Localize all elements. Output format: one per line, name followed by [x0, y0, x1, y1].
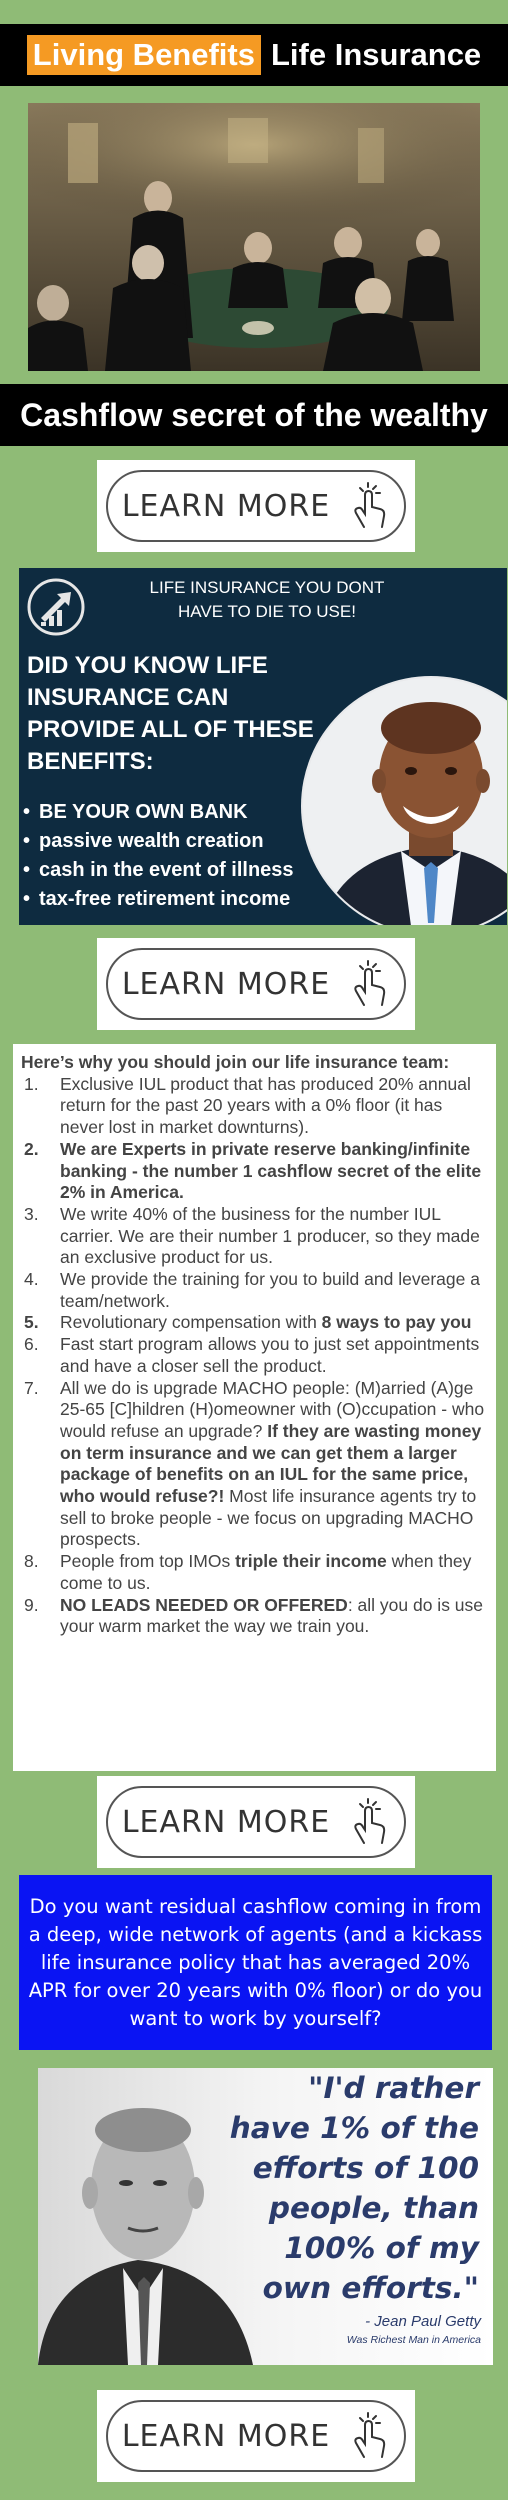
reason-text-part: 8 ways to pay you [321, 1312, 472, 1333]
reasons-list: 1. Exclusive IUL product that has produce… [21, 1074, 488, 1638]
learn-more-button-4[interactable]: LEARN MORE [106, 2400, 406, 2472]
tagline-bar: Cashflow secret of the wealthy [0, 384, 508, 446]
reason-number: 6. [24, 1334, 39, 1355]
quote-text: "I'd rather have 1% of the efforts of 10… [229, 2071, 479, 2305]
reason-number: 8. [24, 1551, 39, 1572]
reason-text-part: Fast start program allows you to just se… [60, 1334, 480, 1376]
reason-item: 1. Exclusive IUL product that has produce… [21, 1074, 488, 1139]
reason-text-part: People from top IMOs [60, 1551, 236, 1572]
benefits-banner: LIFE INSURANCE YOU DONT HAVE TO DIE TO U… [19, 568, 507, 925]
growth-arrow-logo-icon [27, 578, 85, 636]
learn-more-label: LEARN MORE [121, 1804, 331, 1840]
reason-item: 4. We provide the training for you to bui… [21, 1269, 488, 1312]
reason-text: Revolutionary compensation with 8 ways t… [60, 1312, 488, 1334]
learn-more-card-3: LEARN MORE [97, 1776, 415, 1868]
reason-text: All we do is upgrade MACHO people: (M)ar… [60, 1378, 488, 1552]
reason-item: 9. NO LEADS NEEDED OR OFFERED: all you do… [21, 1595, 488, 1638]
reason-text-part: NO LEADS NEEDED OR OFFERED [60, 1594, 348, 1615]
reason-number: 5. [24, 1312, 39, 1333]
learn-more-button-3[interactable]: LEARN MORE [106, 1786, 406, 1858]
reason-text: People from top IMOs triple their income… [60, 1551, 488, 1594]
reasons-title: Here’s why you should join our life insu… [21, 1052, 450, 1072]
reason-item: 7. All we do is upgrade MACHO people: (M)… [21, 1378, 488, 1552]
quote-subtitle: Was Richest Man in America [346, 2334, 481, 2346]
banner-question: DID YOU KNOW LIFE INSURANCE CAN PROVIDE … [27, 652, 314, 775]
header-highlight: Living Benefits [26, 35, 261, 75]
reason-number: 4. [24, 1269, 39, 1290]
getty-quote-image: "I'd rather have 1% of the efforts of 10… [38, 2068, 493, 2365]
reason-number: 7. [24, 1377, 39, 1398]
reason-number: 3. [24, 1203, 39, 1224]
benefits-list: BE YOUR OWN BANK passive wealth creation… [23, 798, 294, 914]
learn-more-card-2: LEARN MORE [97, 938, 415, 1030]
reason-text: We write 40% of the business for the num… [60, 1204, 488, 1269]
benefit-item: tax-free retirement income [23, 885, 294, 914]
reason-item: 3. We write 40% of the business for the n… [21, 1204, 488, 1269]
reason-text: Exclusive IUL product that has produced … [60, 1074, 488, 1139]
reason-text: Fast start program allows you to just se… [60, 1334, 488, 1377]
benefit-item: passive wealth creation [23, 827, 294, 856]
tap-hand-icon [354, 960, 386, 1006]
learn-more-button-2[interactable]: LEARN MORE [106, 948, 406, 1020]
benefit-item: cash in the event of illness [23, 856, 294, 885]
tap-hand-icon [354, 2412, 386, 2458]
reason-item: 6. Fast start program allows you to just … [21, 1334, 488, 1377]
tap-hand-icon [354, 1798, 386, 1844]
header-title: Life Insurance [271, 37, 482, 72]
cta-box: Do you want residual cashflow coming in … [19, 1875, 492, 2050]
reason-text-part: We provide the training for you to build… [60, 1269, 480, 1311]
reason-text: We provide the training for you to build… [60, 1269, 488, 1312]
reason-text-part: We are Experts in private reserve bankin… [60, 1138, 482, 1203]
benefit-item: BE YOUR OWN BANK [23, 798, 294, 827]
reason-item: 2. We are Experts in private reserve bank… [21, 1139, 488, 1204]
learn-more-card-1: LEARN MORE [97, 460, 415, 552]
learn-more-label: LEARN MORE [121, 2418, 331, 2454]
reason-number: 1. [24, 1073, 39, 1094]
reason-item: 5. Revolutionary compensation with 8 ways… [21, 1312, 488, 1334]
reason-text: NO LEADS NEEDED OR OFFERED: all you do i… [60, 1595, 488, 1638]
hero-photo [28, 103, 480, 371]
cta-text: Do you want residual cashflow coming in … [28, 1894, 483, 2030]
reasons-panel: Here’s why you should join our life insu… [13, 1044, 496, 1771]
reason-text-part: triple their income [235, 1551, 387, 1572]
header-bar: Living Benefits Life Insurance [0, 24, 508, 86]
tap-hand-icon [354, 482, 386, 528]
agent-portrait [301, 676, 507, 925]
learn-more-label: LEARN MORE [121, 966, 331, 1002]
learn-more-label: LEARN MORE [121, 488, 331, 524]
tagline-text: Cashflow secret of the wealthy [20, 396, 488, 433]
learn-more-button-1[interactable]: LEARN MORE [106, 470, 406, 542]
reason-text-part: We write 40% of the business for the num… [60, 1203, 480, 1268]
reason-number: 2. [24, 1138, 39, 1159]
reason-item: 8. People from top IMOs triple their inco… [21, 1551, 488, 1594]
reason-text-part: Revolutionary compensation with [60, 1312, 322, 1333]
quote-author: - Jean Paul Getty [365, 2313, 481, 2330]
reason-text-part: Exclusive IUL product that has produced … [60, 1073, 471, 1138]
learn-more-card-4: LEARN MORE [97, 2390, 415, 2482]
banner-headline: LIFE INSURANCE YOU DONT HAVE TO DIE TO U… [149, 578, 385, 621]
reason-text: We are Experts in private reserve bankin… [60, 1139, 488, 1204]
reason-number: 9. [24, 1594, 39, 1615]
